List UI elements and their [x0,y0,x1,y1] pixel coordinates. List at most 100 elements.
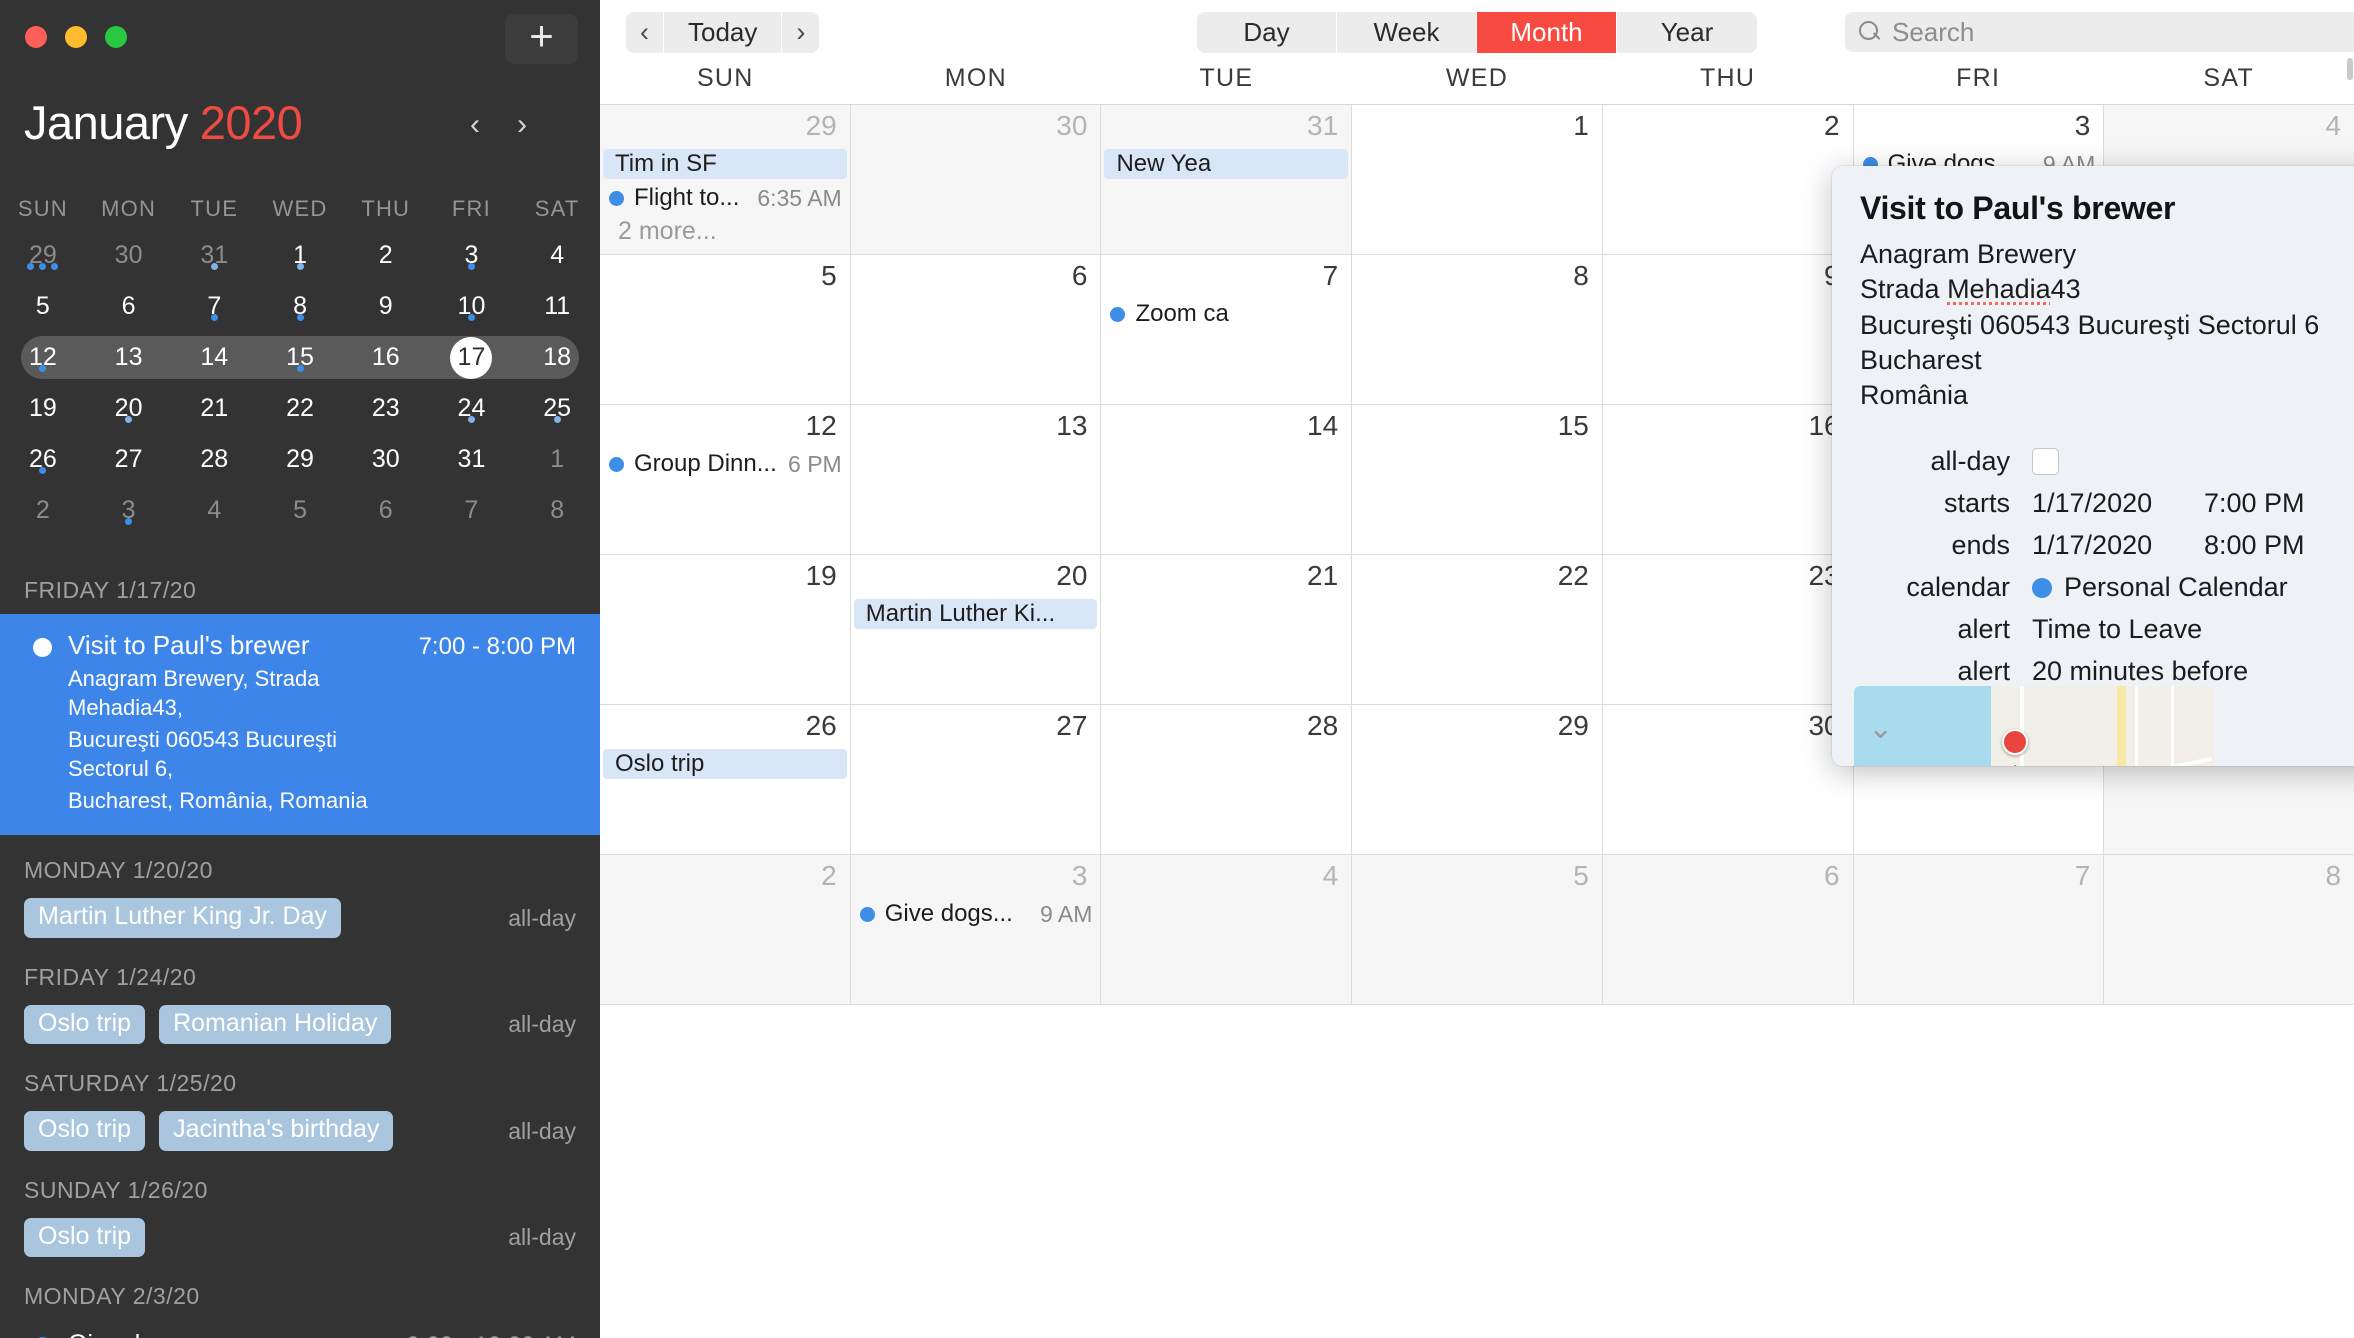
mini-day-30[interactable]: 30 [86,243,172,268]
mini-day-30[interactable]: 30 [343,447,429,472]
view-button-month[interactable]: Month [1477,12,1617,53]
day-cell-15[interactable]: 15 [1352,405,1603,555]
field-date[interactable]: 1/17/2020 [2032,530,2152,561]
mini-day-10[interactable]: 10 [429,294,515,321]
mini-day-3[interactable]: 3 [86,498,172,525]
day-cell-1[interactable]: 1 [1352,105,1603,255]
mini-day-3[interactable]: 3 [429,243,515,270]
sidebar-event-list[interactable]: FRIDAY 1/17/20 Visit to Paul's brewer Anag… [0,555,600,1338]
all-day-event-row[interactable]: Oslo trip Jacintha's birthday all-day [0,1107,600,1155]
mini-day-14[interactable]: 14 [171,345,257,370]
field-time[interactable]: 8:00 PM [2204,530,2305,561]
popover-address[interactable]: Anagram Brewery Strada Mehadia43 Bucureş… [1860,237,2354,414]
grid-event[interactable]: Group Dinn... 6 PM [600,449,850,479]
add-event-button[interactable]: + [505,14,578,64]
day-cell-22[interactable]: 22 [1352,555,1603,705]
mini-day-9[interactable]: 9 [343,294,429,319]
mini-day-20[interactable]: 20 [86,396,172,423]
popover-field-ends[interactable]: ends 1/17/2020 8:00 PM [1832,530,2354,561]
chevron-down-icon[interactable]: ⌄ [1868,714,1893,744]
popover-field-alert[interactable]: alert Time to Leave [1832,614,2354,645]
field-date[interactable]: 1/17/2020 [2032,488,2152,519]
grid-event[interactable]: Tim in SF [603,149,847,179]
field-value[interactable]: Personal Calendar [2032,572,2288,603]
popover-field-alert[interactable]: alert20 minutes before+ [1832,656,2354,687]
mini-day-19[interactable]: 19 [0,396,86,421]
field-value[interactable]: 20 minutes before [2032,656,2248,687]
grid-event[interactable]: Flight to... 6:35 AM [600,183,850,213]
day-cell-5[interactable]: 5 [600,255,851,405]
view-button-day[interactable]: Day [1197,12,1337,53]
event-detail-popover[interactable]: Visit to Paul's brewer Anagram Brewery S… [1832,166,2354,766]
mini-day-5[interactable]: 5 [257,498,343,523]
mini-day-8[interactable]: 8 [257,294,343,321]
day-cell-14[interactable]: 14 [1101,405,1353,555]
mini-day-6[interactable]: 6 [86,294,172,319]
mini-day-1[interactable]: 1 [257,243,343,270]
mini-day-4[interactable]: 4 [514,243,600,268]
mini-day-5[interactable]: 5 [0,294,86,319]
day-cell-2[interactable]: 2 [1602,105,1854,255]
mini-day-26[interactable]: 26 [0,447,86,474]
popover-field-all-day[interactable]: all-day [1832,446,2354,477]
day-cell-21[interactable]: 21 [1101,555,1353,705]
grid-event[interactable]: Zoom ca [1101,299,1351,329]
all-day-event-row[interactable]: Martin Luther King Jr. Day all-day [0,894,600,942]
field-value[interactable]: Time to Leave [2032,614,2202,645]
grid-event[interactable]: Oslo trip [603,749,847,779]
mini-day-23[interactable]: 23 [343,396,429,421]
mini-day-2[interactable]: 2 [0,498,86,523]
day-cell-6[interactable]: 6 [850,255,1102,405]
chevron-right-icon[interactable]: › [517,110,527,140]
mini-day-11[interactable]: 11 [514,294,600,319]
mini-day-31[interactable]: 31 [429,447,515,472]
all-day-event-pill[interactable]: Romanian Holiday [159,1004,392,1045]
mini-day-1[interactable]: 1 [514,447,600,472]
mini-day-31[interactable]: 31 [171,243,257,270]
day-cell-8[interactable]: 8 [1352,255,1603,405]
mini-day-12[interactable]: 12 [0,345,86,372]
search-field[interactable]: Search [1845,12,2354,52]
popover-field-starts[interactable]: starts 1/17/2020 7:00 PM [1832,488,2354,519]
event-row[interactable]: Give dogsheartworm pills 9:00 - 10:00 AM [0,1320,600,1338]
mini-day-2[interactable]: 2 [343,243,429,268]
all-day-event-pill[interactable]: Martin Luther King Jr. Day [24,898,342,938]
day-cell-16[interactable]: 16 [1602,405,1854,555]
day-cell-7[interactable]: 7 Zoom ca [1101,255,1353,405]
mini-day-16[interactable]: 16 [343,345,429,370]
field-time[interactable]: 7:00 PM [2204,488,2305,519]
mini-day-29[interactable]: 29 [257,447,343,472]
day-cell-4[interactable]: 4 [1101,855,1353,1005]
mini-day-13[interactable]: 13 [86,345,172,370]
mini-day-29[interactable]: 29 [0,243,86,270]
mini-day-6[interactable]: 6 [343,498,429,523]
all-day-event-row[interactable]: Oslo trip all-day [0,1214,600,1262]
date-nav-group[interactable]: ‹ Today › [626,12,820,53]
all-day-event-pill[interactable]: Oslo trip [24,1111,146,1151]
all-day-event-pill[interactable]: Oslo trip [24,1004,146,1045]
mini-day-18[interactable]: 18 [514,345,600,370]
vertical-scrollbar[interactable] [2347,58,2353,80]
day-cell-30[interactable]: 30 [850,105,1102,255]
mini-day-7[interactable]: 7 [429,498,515,523]
day-cell-30[interactable]: 30 [1602,705,1854,855]
day-cell-23[interactable]: 23 [1602,555,1854,705]
mini-day-7[interactable]: 7 [171,294,257,321]
mini-calendar[interactable]: SUN MON TUE WED THU FRI SAT 29 30 31 1 2 3 4 5 6 7 8 9 10 11… [0,188,600,536]
more-events-link[interactable]: 2 more... [618,217,717,246]
grid-event[interactable]: New Yea [1104,149,1349,179]
mini-day-25[interactable]: 25 [514,396,600,423]
mini-day-24[interactable]: 24 [429,396,515,423]
view-switcher[interactable]: Day Week Month Year [1197,12,1757,53]
all-day-checkbox[interactable] [2032,448,2059,475]
today-button[interactable]: Today [664,12,783,53]
prev-period-button[interactable]: ‹ [626,12,664,53]
day-cell-13[interactable]: 13 [850,405,1102,555]
all-day-event-pill[interactable]: Oslo trip [24,1217,146,1258]
day-cell-7[interactable]: 7 [1853,855,2105,1005]
day-cell-29[interactable]: 29 [1352,705,1603,855]
location-map[interactable]: Strada Mehadia Stra [1854,686,2214,766]
day-cell-20[interactable]: 20 Martin Luther Ki... [850,555,1102,705]
day-cell-2[interactable]: 2 [600,855,851,1005]
close-button[interactable] [25,26,47,48]
